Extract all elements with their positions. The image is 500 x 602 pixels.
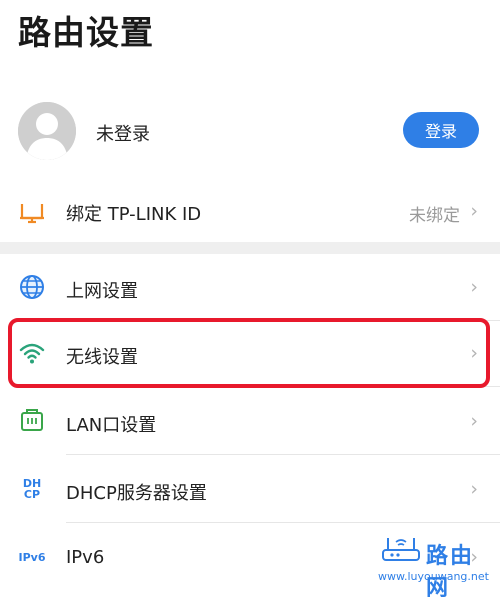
account-name: 未登录: [96, 124, 150, 145]
chevron-right-icon: ›: [470, 410, 478, 432]
bind-status: 未绑定: [409, 206, 460, 226]
account-row[interactable]: 未登录 登录: [0, 96, 500, 170]
divider: [66, 522, 500, 523]
menu-item-label: 上网设置: [66, 281, 138, 302]
dhcp-icon: DH CP: [18, 475, 46, 503]
section-divider: [0, 242, 500, 254]
bind-label: 绑定 TP-LINK ID: [66, 204, 202, 225]
watermark-url: www.luyouwang.net: [378, 570, 489, 583]
highlight-annotation: [8, 318, 490, 388]
page-title: 路由设置: [18, 13, 154, 52]
chevron-right-icon: ›: [470, 200, 478, 222]
ipv6-icon-text: IPv6: [18, 550, 46, 564]
chevron-right-icon: ›: [470, 276, 478, 298]
menu-item-internet-settings[interactable]: 上网设置 ›: [0, 255, 500, 321]
menu-item-label: DHCP服务器设置: [66, 483, 207, 504]
router-logo-icon: [380, 536, 422, 566]
menu-item-dhcp-settings[interactable]: DH CP DHCP服务器设置 ›: [0, 457, 500, 523]
menu-item-label: LAN口设置: [66, 415, 157, 436]
divider: [66, 454, 500, 455]
avatar[interactable]: [18, 102, 76, 160]
login-button[interactable]: 登录: [403, 112, 479, 148]
default-avatar-icon: [18, 102, 76, 160]
chevron-right-icon: ›: [470, 478, 478, 500]
menu-item-label: IPv6: [66, 547, 105, 568]
menu-item-lan-settings[interactable]: LAN口设置 ›: [0, 389, 500, 455]
lan-port-icon: [18, 407, 46, 435]
router-icon: [18, 198, 46, 226]
globe-icon: [18, 273, 46, 301]
dhcp-icon-text-bottom: CP: [23, 488, 41, 501]
watermark: 路由网 www.luyouwang.net: [376, 536, 494, 601]
bind-tplink-id-row[interactable]: 绑定 TP-LINK ID 未绑定 ›: [0, 186, 500, 236]
ipv6-icon: IPv6: [18, 543, 46, 571]
